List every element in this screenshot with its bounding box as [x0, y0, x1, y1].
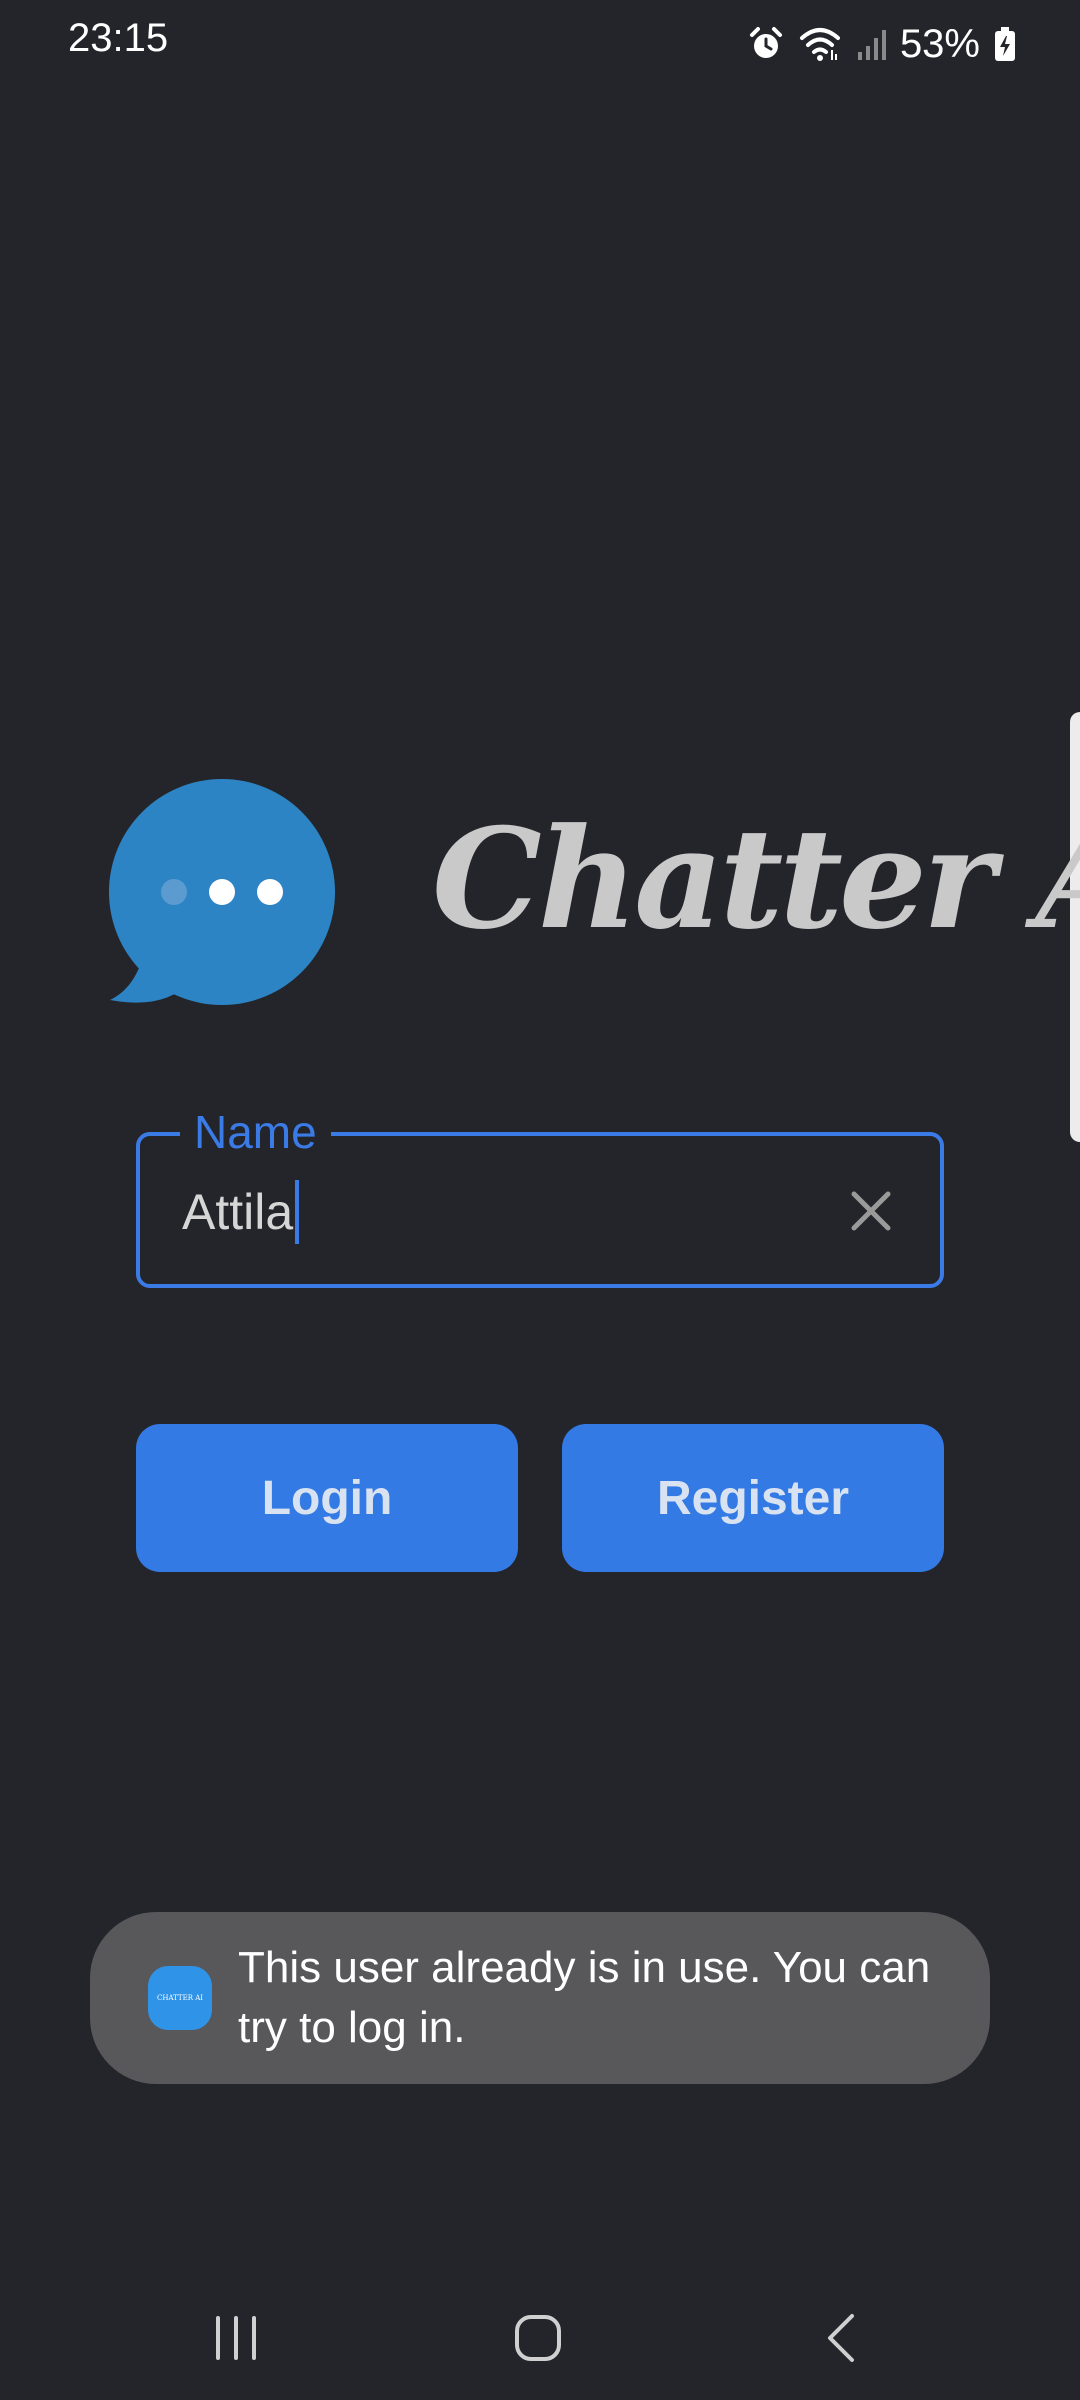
app-title: Chatter AI	[432, 797, 1080, 960]
alarm-icon	[748, 26, 784, 62]
chat-bubble-icon	[104, 774, 340, 1014]
status-bar: 23:15 53%	[0, 0, 1080, 90]
signal-icon	[856, 26, 886, 62]
name-input[interactable]: Attila	[182, 1172, 300, 1252]
navigation-bar	[0, 2280, 1080, 2390]
battery-charging-icon	[994, 26, 1016, 62]
login-screen: 23:15 53% Chatter Name Attila Login Regi…	[0, 0, 1080, 2400]
status-icons: 53%	[748, 16, 1016, 72]
wifi-icon	[798, 26, 842, 62]
close-icon[interactable]	[846, 1186, 896, 1236]
home-icon[interactable]	[508, 2308, 568, 2368]
name-input-value: Attila	[182, 1184, 294, 1240]
back-icon[interactable]	[814, 2308, 874, 2368]
name-field[interactable]: Name Attila	[136, 1102, 944, 1288]
toast-message: CHATTER AI This user already is in use. …	[90, 1912, 990, 2084]
register-button[interactable]: Register	[562, 1424, 944, 1572]
login-button[interactable]: Login	[136, 1424, 518, 1572]
status-time: 23:15	[68, 16, 169, 60]
app-icon: CHATTER AI	[148, 1966, 212, 2030]
name-field-label: Name	[180, 1102, 331, 1162]
recents-icon[interactable]	[206, 2308, 266, 2368]
battery-percent: 53%	[899, 21, 980, 66]
text-cursor	[295, 1180, 300, 1244]
toast-text: This user already is in use. You can try…	[238, 1943, 931, 2052]
